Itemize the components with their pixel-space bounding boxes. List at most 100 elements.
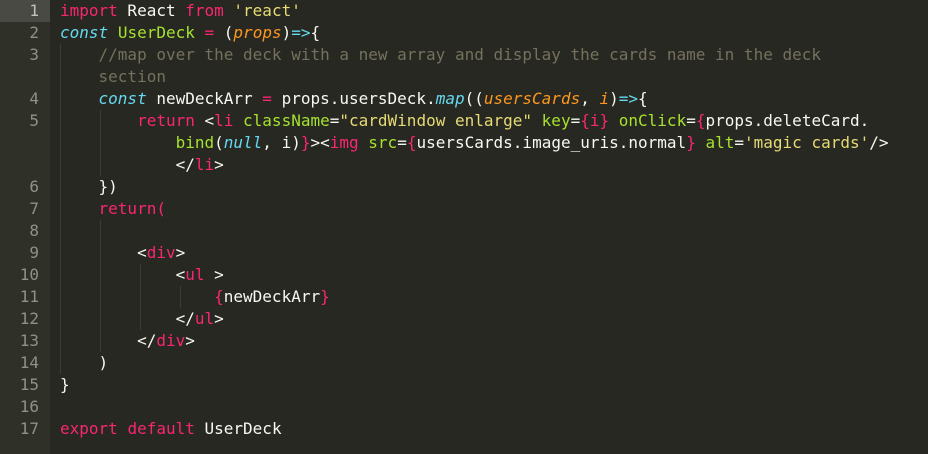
code-token: = [734, 133, 745, 152]
line-number: 7 [29, 199, 39, 218]
line-number: 16 [19, 397, 39, 416]
code-token: key [541, 111, 571, 130]
code-text: export default UserDeck [60, 418, 282, 440]
code-line[interactable]: 13 </div> [0, 330, 928, 352]
code-line[interactable]: 4 const newDeckArr = props.usersDeck.map… [0, 88, 928, 110]
line-number: 10 [19, 265, 39, 284]
code-line[interactable]: 11 {newDeckArr} [0, 286, 928, 308]
code-token: } [60, 375, 70, 394]
code-token: ) [609, 89, 619, 108]
code-token: onClick [618, 111, 687, 130]
code-text: return <li className="cardWindow enlarge… [60, 110, 869, 132]
code-token: = [570, 111, 581, 130]
code-line[interactable]: 17 export default UserDeck [0, 418, 928, 440]
code-token: src [368, 133, 398, 152]
code-token: 'magic cards' [744, 133, 870, 152]
code-line[interactable]: 12 </ul> [0, 308, 928, 330]
code-token: UserDeck [117, 23, 195, 42]
code-token: const [60, 23, 109, 42]
code-lines: 1 import React from 'react' 2 const UserDec… [0, 0, 928, 440]
code-token: = [686, 111, 696, 130]
code-token: < [60, 243, 147, 262]
code-token: = [204, 23, 215, 42]
code-text: section [60, 66, 166, 88]
line-number: 9 [29, 243, 39, 262]
code-line[interactable]: 2 const UserDeck = (props)=>{ [0, 22, 928, 44]
code-token: default [127, 419, 195, 438]
code-token: ( [214, 133, 224, 152]
code-token: (( [464, 89, 484, 108]
code-token: UserDeck [194, 419, 282, 438]
code-token: > [204, 265, 224, 284]
code-line[interactable]: 8 [0, 220, 928, 242]
code-editor[interactable]: 1 import React from 'react' 2 const UserDec… [0, 0, 928, 454]
line-number: 17 [19, 419, 39, 438]
code-token: { [638, 89, 648, 108]
code-text: <ul > [60, 264, 224, 286]
code-text: </li> [60, 154, 224, 176]
code-line[interactable]: 15} [0, 374, 928, 396]
code-token: > [185, 331, 195, 350]
code-line[interactable]: 9 <div> [0, 242, 928, 264]
code-line[interactable]: 16 [0, 396, 928, 418]
code-line[interactable]: bind(null, i)}><img src={usersCards.imag… [0, 132, 928, 154]
code-line[interactable]: 3 //map over the deck with a new array a… [0, 44, 928, 66]
code-token: ul [185, 265, 205, 284]
code-text: const UserDeck = (props)=>{ [60, 22, 320, 44]
line-number: 12 [19, 309, 39, 328]
code-line[interactable]: 6 }) [0, 176, 928, 198]
code-token: = [329, 111, 340, 130]
code-line[interactable]: 5 return <li className="cardWindow enlar… [0, 110, 928, 132]
code-text: }) [60, 176, 118, 198]
code-text: ) [60, 352, 109, 374]
code-token: alt [705, 133, 735, 152]
code-token: i [599, 89, 610, 108]
code-line[interactable]: 14 ) [0, 352, 928, 374]
code-token: < [60, 265, 186, 284]
code-text: </ul> [60, 308, 224, 330]
code-line[interactable]: </li> [0, 154, 928, 176]
code-line[interactable]: section [0, 66, 928, 88]
code-token: className [243, 111, 330, 130]
code-token: li [194, 155, 215, 174]
code-text: //map over the deck with a new array and… [60, 44, 821, 66]
code-text: <div> [60, 242, 185, 264]
code-token: div [156, 331, 186, 350]
code-token: return( [60, 199, 166, 218]
line-number: 15 [19, 375, 39, 394]
code-token: 'react' [233, 1, 301, 20]
code-token: => [618, 89, 639, 108]
code-text: bind(null, i)}><img src={usersCards.imag… [60, 132, 889, 154]
code-line[interactable]: 1 import React from 'react' [0, 0, 928, 22]
code-token: /> [869, 133, 889, 152]
code-token: }) [60, 177, 118, 196]
code-token: > [214, 155, 224, 174]
code-token: = [262, 89, 272, 108]
code-token: </ [60, 309, 195, 328]
code-token: ) [60, 353, 109, 372]
code-token: >< [310, 133, 330, 152]
code-line[interactable]: 7 return( [0, 198, 928, 220]
line-number: 5 [29, 111, 39, 130]
line-number: 2 [29, 23, 39, 42]
code-token: from [185, 1, 224, 20]
code-token: { [214, 287, 224, 306]
code-token: img [329, 133, 359, 152]
code-token: , [580, 89, 600, 108]
code-token: </ [60, 155, 195, 174]
code-line[interactable]: 10 <ul > [0, 264, 928, 286]
code-token: props.usersDeck. [271, 89, 436, 108]
line-number: 14 [19, 353, 39, 372]
line-number: 13 [19, 331, 39, 350]
code-token: > [214, 309, 224, 328]
code-token: section [60, 67, 166, 86]
